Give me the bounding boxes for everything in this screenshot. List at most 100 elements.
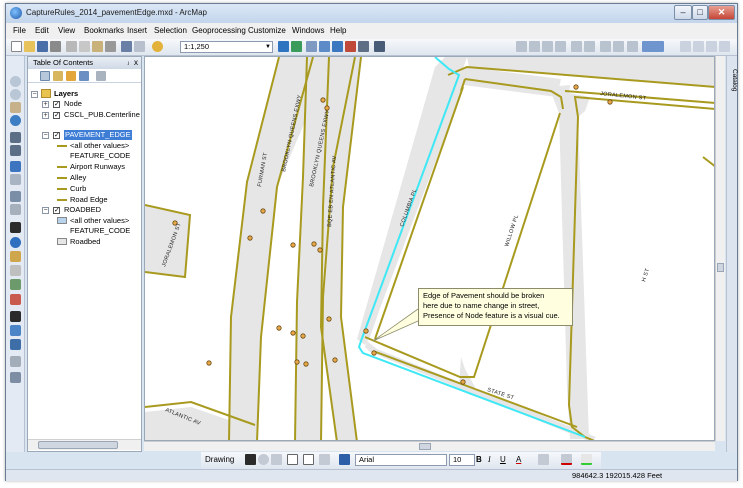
print-icon[interactable] — [50, 41, 61, 52]
zoom-whole-page-icon[interactable] — [627, 41, 638, 52]
underline-button[interactable]: U — [500, 455, 506, 464]
marker-color-icon[interactable] — [581, 454, 592, 465]
menu-help[interactable]: Help — [330, 26, 346, 35]
undo-icon[interactable] — [121, 41, 132, 52]
pan-icon[interactable] — [10, 102, 21, 113]
menu-view[interactable]: View — [58, 26, 75, 35]
toc-options-icon[interactable] — [96, 71, 106, 81]
line-color-icon[interactable] — [561, 454, 572, 465]
layer-node[interactable]: Node — [64, 99, 82, 109]
map-view[interactable]: JORALEMON ST BROOKLYN QUEENS EXWY BROOKL… — [144, 56, 715, 441]
chevron-down-icon[interactable]: ▼ — [265, 42, 271, 52]
pavement-edge-checkbox[interactable]: ✓ — [53, 132, 60, 139]
save-icon[interactable] — [37, 41, 48, 52]
select-elements-icon[interactable] — [245, 454, 256, 465]
search-window-icon[interactable] — [332, 41, 343, 52]
html-popup-icon[interactable] — [10, 265, 21, 276]
menu-edit[interactable]: Edit — [35, 26, 49, 35]
delete-icon[interactable] — [105, 41, 116, 52]
font-select[interactable]: Arial — [355, 454, 447, 466]
layer-pavement-edge[interactable]: PAVEMENT_EDGE — [64, 130, 132, 140]
cut-icon[interactable] — [66, 41, 77, 52]
map-canvas[interactable]: JORALEMON ST BROOKLYN QUEENS EXWY BROOKL… — [145, 57, 715, 441]
text-icon[interactable] — [339, 454, 350, 465]
open-folder-icon[interactable] — [24, 41, 35, 52]
focus-data-frame-icon[interactable] — [693, 41, 704, 52]
collapse-icon[interactable]: − — [42, 207, 49, 214]
menu-selection[interactable]: Selection — [154, 26, 187, 35]
catalog-side-tab[interactable]: Catalog — [726, 56, 738, 452]
select-elements-icon[interactable] — [10, 222, 21, 233]
menu-geoprocessing[interactable]: Geoprocessing — [192, 26, 246, 35]
full-extent-icon[interactable] — [10, 115, 21, 126]
add-data-icon[interactable] — [152, 41, 163, 52]
zoom-to-selected-icon[interactable] — [271, 454, 282, 465]
fixed-zoom-out-icon[interactable] — [10, 145, 21, 156]
create-viewer-window-icon[interactable] — [10, 356, 21, 367]
list-by-selection-icon[interactable] — [79, 71, 89, 81]
menu-windows[interactable]: Windows — [292, 26, 324, 35]
drawing-menu[interactable]: Drawing — [205, 455, 234, 464]
list-by-source-icon[interactable] — [53, 71, 63, 81]
scrollbar-thumb[interactable] — [38, 441, 118, 449]
bold-button[interactable]: B — [476, 455, 482, 464]
catalog-window-icon[interactable] — [319, 41, 330, 52]
map-scale-field[interactable]: 1:1,250 ▼ — [180, 41, 273, 53]
toggle-draft-mode-icon[interactable] — [680, 41, 691, 52]
modelbuilder-icon[interactable] — [374, 41, 385, 52]
roadbed-checkbox[interactable]: ✓ — [53, 207, 60, 214]
time-slider-icon[interactable] — [10, 339, 21, 350]
map-horizontal-scrollbar[interactable] — [144, 441, 715, 451]
find-route-icon[interactable] — [10, 294, 21, 305]
minimize-button[interactable]: – — [674, 5, 692, 20]
copy-icon[interactable] — [79, 41, 90, 52]
go-to-xy-icon[interactable] — [10, 325, 21, 336]
close-icon[interactable]: x — [134, 57, 138, 69]
measure-icon[interactable] — [10, 279, 21, 290]
edit-vertices-icon[interactable] — [319, 454, 330, 465]
layout-zoom-out-icon[interactable] — [529, 41, 540, 52]
table-of-contents-icon[interactable] — [306, 41, 317, 52]
collapse-icon[interactable]: − — [42, 132, 49, 139]
list-by-visibility-icon[interactable] — [66, 71, 76, 81]
identify-icon[interactable] — [10, 237, 21, 248]
hyperlink-icon[interactable] — [10, 251, 21, 262]
data-frame-layers[interactable]: Layers — [54, 89, 78, 99]
layout-fixed-zoom-in-icon[interactable] — [571, 41, 582, 52]
overview-window-icon[interactable] — [10, 372, 21, 383]
layout-pan-icon[interactable] — [542, 41, 553, 52]
layout-full-extent-icon[interactable] — [555, 41, 566, 52]
data-driven-pages-icon[interactable] — [719, 41, 730, 52]
maximize-button[interactable]: □ — [692, 5, 708, 20]
python-window-icon[interactable] — [358, 41, 369, 52]
collapse-icon[interactable]: − — [31, 91, 38, 98]
menu-bookmarks[interactable]: Bookmarks — [84, 26, 124, 35]
callout-icon[interactable] — [303, 454, 314, 465]
pin-icon[interactable]: ⱼ — [128, 57, 129, 69]
node-checkbox[interactable]: ✓ — [53, 101, 60, 108]
expand-icon[interactable]: + — [42, 112, 49, 119]
rectangle-icon[interactable] — [287, 454, 298, 465]
font-color-button[interactable]: A — [516, 455, 521, 464]
callout-annotation[interactable]: Edge of Pavement should be broken here d… — [418, 288, 573, 326]
zoom-out-icon[interactable] — [10, 89, 21, 100]
rotate-icon[interactable] — [258, 454, 269, 465]
fixed-zoom-in-icon[interactable] — [10, 132, 21, 143]
menu-customize[interactable]: Customize — [248, 26, 286, 35]
arctoolbox-icon[interactable] — [345, 41, 356, 52]
scrollbar-thumb[interactable] — [419, 443, 431, 450]
sketch-icon[interactable] — [291, 41, 302, 52]
italic-button[interactable]: I — [488, 455, 491, 464]
list-by-drawing-order-icon[interactable] — [40, 71, 50, 81]
layout-next-extent-icon[interactable] — [613, 41, 624, 52]
clear-selection-icon[interactable] — [10, 204, 21, 215]
layout-zoom-percent-field[interactable] — [642, 41, 664, 52]
toc-horizontal-scrollbar[interactable] — [28, 439, 141, 450]
expand-icon[interactable]: + — [42, 101, 49, 108]
menu-file[interactable]: File — [13, 26, 26, 35]
close-button[interactable]: ✕ — [708, 5, 735, 20]
font-size-select[interactable]: 10 — [449, 454, 475, 466]
fill-color-icon[interactable] — [538, 454, 549, 465]
menu-insert[interactable]: Insert — [127, 26, 147, 35]
find-icon[interactable] — [10, 311, 21, 322]
